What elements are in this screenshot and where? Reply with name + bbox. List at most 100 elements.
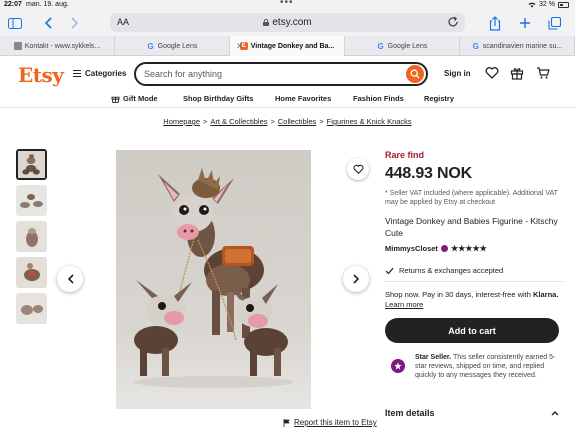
- lock-icon: [263, 19, 270, 26]
- tab-bar: Kontakt - www.sykkels... G Google Lens ✕…: [0, 36, 575, 56]
- browser-tab-3-active[interactable]: ✕ E Vintage Donkey and Ba...: [230, 36, 345, 56]
- learn-more-link[interactable]: Learn more: [385, 300, 563, 310]
- previous-image-button[interactable]: [57, 266, 83, 292]
- tab-label: Kontakt - www.sykkels...: [24, 42, 101, 50]
- chevron-up-icon: [551, 411, 559, 416]
- item-details-label: Item details: [385, 408, 435, 418]
- star-seller-title: Star Seller.: [415, 354, 452, 361]
- nav-gift-mode[interactable]: Gift Mode: [111, 94, 158, 103]
- gift-icon: [111, 96, 120, 103]
- sign-in-link[interactable]: Sign in: [444, 69, 471, 78]
- breadcrumb-separator: >: [203, 117, 208, 126]
- price: 448.93 NOK: [385, 165, 472, 182]
- heart-icon: [353, 164, 363, 174]
- google-icon: G: [147, 41, 154, 51]
- category-nav: Gift Mode Shop Birthday Gifts Home Favor…: [0, 91, 575, 107]
- browser-tab-2[interactable]: G Google Lens: [115, 36, 230, 56]
- search-button[interactable]: [406, 65, 424, 83]
- listing-info: Rare find 448.93 NOK * Seller VAT includ…: [385, 150, 563, 381]
- breadcrumb-homepage[interactable]: Homepage: [163, 117, 200, 126]
- browser-tab-4[interactable]: G Google Lens: [345, 36, 460, 56]
- thumbnail-3[interactable]: [16, 221, 47, 252]
- thumbnail-4[interactable]: [16, 257, 47, 288]
- gift-icon[interactable]: [510, 66, 524, 80]
- status-bar: 22:07 man. 19. aug. ••• 32 %: [0, 0, 575, 10]
- breadcrumb-collectibles[interactable]: Collectibles: [278, 117, 316, 126]
- returns-info: Returns & exchanges accepted: [385, 266, 563, 275]
- thumbnail-2[interactable]: [16, 185, 47, 216]
- nav-divider: [0, 107, 575, 108]
- multitask-dots-icon[interactable]: •••: [280, 0, 294, 8]
- menu-icon: [73, 70, 81, 77]
- status-time: 22:07: [4, 1, 22, 8]
- item-details-toggle[interactable]: Item details: [385, 408, 559, 418]
- klarna-text: Shop now. Pay in 30 days, interest-free …: [385, 290, 531, 299]
- next-image-button[interactable]: [343, 266, 369, 292]
- nav-fashion-finds[interactable]: Fashion Finds: [353, 94, 404, 103]
- klarna-info: Shop now. Pay in 30 days, interest-free …: [385, 290, 563, 310]
- breadcrumb-separator: >: [319, 117, 324, 126]
- status-date: man. 19. aug.: [26, 1, 69, 8]
- etsy-header: Etsy Categories Sign in: [0, 57, 575, 92]
- google-icon: G: [377, 41, 384, 51]
- browser-tab-1[interactable]: Kontakt - www.sykkels...: [0, 36, 115, 56]
- breadcrumb: Homepage > Art & Collectibles > Collectibles…: [0, 117, 575, 126]
- report-label: Report this item to Etsy: [294, 418, 377, 427]
- tab-label: Google Lens: [387, 42, 428, 50]
- status-right: 32 %: [528, 1, 569, 8]
- chevron-left-icon: [67, 274, 74, 284]
- google-icon: G: [472, 41, 479, 51]
- url-text: etsy.com: [272, 17, 312, 28]
- sidebar-icon[interactable]: [6, 14, 24, 32]
- chevron-right-icon: [352, 274, 359, 284]
- checkmark-icon: [385, 267, 394, 274]
- categories-button[interactable]: Categories: [73, 69, 126, 78]
- search-input[interactable]: [144, 67, 394, 81]
- tabs-overview-icon[interactable]: [545, 14, 563, 32]
- star-seller-text: Star Seller. This seller consistently ea…: [415, 353, 563, 381]
- address-url[interactable]: etsy.com: [110, 17, 465, 28]
- add-to-cart-button[interactable]: Add to cart: [385, 318, 559, 343]
- vat-note: * Seller VAT included (where applicable)…: [385, 190, 558, 206]
- favorite-button[interactable]: [347, 158, 369, 180]
- generic-favicon-icon: [13, 42, 22, 50]
- reload-icon[interactable]: [447, 16, 459, 28]
- thumbnail-5[interactable]: [16, 293, 47, 324]
- shop-name-link[interactable]: MimmysCloset: [385, 244, 438, 253]
- thumbnail-1[interactable]: [16, 149, 47, 180]
- nav-home-favorites[interactable]: Home Favorites: [275, 94, 331, 103]
- divider: [385, 281, 563, 282]
- browser-tab-5[interactable]: G scandinavien marine su...: [460, 36, 575, 56]
- cart-icon[interactable]: [536, 66, 550, 80]
- breadcrumb-art-collectibles[interactable]: Art & Collectibles: [210, 117, 267, 126]
- etsy-logo[interactable]: Etsy: [18, 63, 64, 87]
- report-item-link[interactable]: Report this item to Etsy: [283, 418, 377, 427]
- shop-row: MimmysCloset ★★★★★: [385, 244, 563, 253]
- close-tab-icon[interactable]: ✕: [236, 41, 244, 52]
- tab-label: scandinavien marine su...: [482, 42, 563, 50]
- thumbnail-strip: [16, 149, 48, 329]
- star-seller-badge-icon: [440, 245, 448, 252]
- breadcrumb-figurines[interactable]: Figurines & Knick Knacks: [327, 117, 412, 126]
- star-seller-icon: [391, 359, 405, 373]
- back-icon[interactable]: [39, 14, 57, 32]
- flag-icon: [283, 418, 290, 427]
- address-bar[interactable]: AA etsy.com: [110, 13, 465, 32]
- returns-label: Returns & exchanges accepted: [399, 266, 504, 275]
- share-icon[interactable]: [486, 14, 504, 32]
- search-icon: [410, 69, 420, 79]
- star-seller-info: Star Seller. This seller consistently ea…: [385, 353, 563, 381]
- forward-icon[interactable]: [66, 14, 84, 32]
- rating-stars[interactable]: ★★★★★: [451, 244, 487, 253]
- donkey-figurine-photo: [116, 150, 311, 409]
- tab-label: Vintage Donkey and Ba...: [250, 42, 335, 50]
- favorites-heart-icon[interactable]: [485, 66, 499, 80]
- browser-toolbar: AA etsy.com: [0, 10, 575, 36]
- wifi-icon: [528, 2, 536, 7]
- battery-icon: [558, 1, 569, 8]
- product-image[interactable]: [116, 150, 311, 409]
- search-bar: [134, 62, 428, 86]
- new-tab-icon[interactable]: [516, 14, 534, 32]
- nav-registry[interactable]: Registry: [424, 94, 454, 103]
- nav-shop-birthday-gifts[interactable]: Shop Birthday Gifts: [183, 94, 253, 103]
